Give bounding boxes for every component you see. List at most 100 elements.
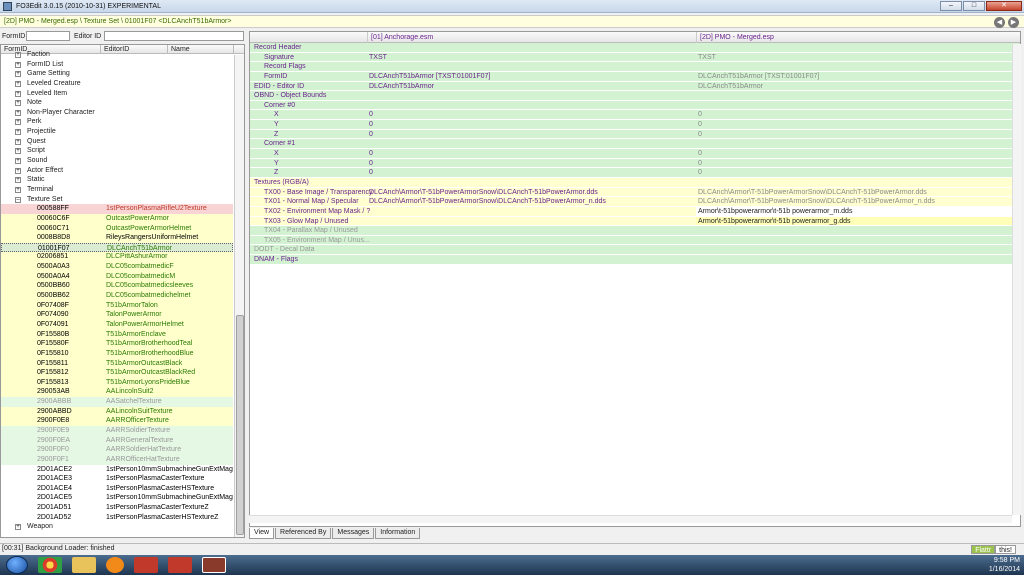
tree-group-row[interactable]: + Script	[1, 146, 233, 156]
record-field-row[interactable]: OBND - Object Bounds	[250, 91, 1020, 101]
tree-record-row[interactable]: 0F074090 TalonPowerArmor	[1, 310, 233, 320]
expand-toggle-icon[interactable]: +	[15, 158, 21, 165]
value-anchorage[interactable]	[367, 217, 695, 226]
tree-record-row[interactable]: 2900F0E9 AARRSoldierTexture	[1, 425, 233, 436]
tree-group-row[interactable]: + FormID List	[1, 60, 233, 70]
tree-record-row[interactable]: 2D01ACE3 1stPersonPlasmaCasterTexture	[1, 474, 233, 484]
tree-record-row[interactable]: 0008B8D8 RileysRangersUniformHelmet	[1, 233, 233, 243]
value-pmo-merged[interactable]: DLCAnch\Armor\T-51bPowerArmorSnow\DLCAnc…	[696, 188, 1020, 197]
tree-record-row[interactable]: 290053AB AALincolnSuit2	[1, 387, 233, 398]
tree-group-row[interactable]: + Leveled Creature	[1, 79, 233, 89]
expand-toggle-icon[interactable]: +	[15, 167, 21, 174]
expand-toggle-icon[interactable]: +	[15, 148, 21, 155]
header-anchorage[interactable]: [01] Anchorage.esm	[367, 32, 695, 43]
explorer-icon[interactable]	[72, 557, 96, 573]
value-pmo-merged[interactable]: Armor\t-51bpowerarmor\t-51b powerarmor_m…	[696, 206, 1020, 216]
close-button[interactable]: ✕	[986, 1, 1022, 11]
value-pmo-merged[interactable]: Armor\t-51bpowerarmor\t-51b powerarmor_g…	[696, 216, 1020, 226]
record-field-row[interactable]: TX04 - Parallax Map / Unused	[250, 226, 1020, 236]
value-anchorage[interactable]	[367, 255, 695, 264]
tree-group-row[interactable]: + Note	[1, 98, 233, 108]
value-anchorage[interactable]: 0	[367, 110, 695, 119]
value-anchorage[interactable]	[367, 101, 695, 110]
value-anchorage[interactable]: DLCAnchT51bArmor [TXST:01001F07]	[367, 72, 695, 81]
tab-information[interactable]: Information	[375, 528, 421, 539]
record-field-row[interactable]: Y 00	[250, 158, 1020, 169]
maximize-button[interactable]: □	[963, 1, 985, 11]
value-pmo-merged[interactable]	[696, 226, 1020, 235]
tree-group-row[interactable]: + Perk	[1, 117, 233, 127]
record-tree[interactable]: + Faction + FormID List + Game Setting + Levele…	[1, 50, 233, 532]
tree-record-row[interactable]: 01001F07 DLCAnchT51bArmor	[1, 242, 233, 253]
value-pmo-merged[interactable]: DLCAnchT51bArmor	[696, 82, 1020, 91]
value-anchorage[interactable]	[367, 226, 695, 235]
toolbox-icon[interactable]	[168, 557, 192, 573]
tree-record-row[interactable]: 02006851 DLCPittAshurArmor	[1, 252, 233, 263]
tab-messages[interactable]: Messages	[332, 528, 375, 539]
tree-group-row[interactable]: + Quest	[1, 137, 233, 147]
value-pmo-merged[interactable]	[696, 43, 1020, 52]
value-anchorage[interactable]: 0	[367, 168, 695, 177]
expand-toggle-icon[interactable]: +	[15, 119, 21, 126]
value-anchorage[interactable]: DLCAnchT51bArmor	[367, 82, 695, 91]
flattr-button[interactable]: Flattr this!	[971, 545, 1016, 554]
record-field-row[interactable]: TX05 - Environment Map / Unus...	[250, 235, 1020, 246]
record-field-row[interactable]: TX03 - Glow Map / Unused Armor\t-51bpower…	[250, 216, 1020, 227]
record-field-row[interactable]: Corner #0	[250, 100, 1020, 111]
tree-record-row[interactable]: 00060C6F OutcastPowerArmor	[1, 213, 233, 224]
tree-record-row[interactable]: 000588FF 1stPersonPlasmaRifleU2Texture	[1, 204, 233, 214]
start-button[interactable]	[6, 556, 28, 574]
value-anchorage[interactable]	[367, 91, 695, 100]
tree-record-row[interactable]: 2D01ACE4 1stPersonPlasmaCasterHSTexture	[1, 484, 233, 494]
expand-toggle-icon[interactable]: +	[15, 186, 21, 193]
expand-toggle-icon[interactable]: +	[15, 109, 21, 116]
header-pmo-merged[interactable]: [2D] PMO - Merged.esp	[696, 32, 1020, 43]
tree-record-row[interactable]: 0500BB60 DLC05combatmedicsleeves	[1, 281, 233, 292]
expand-toggle-icon[interactable]: +	[15, 100, 21, 107]
record-field-row[interactable]: TX00 - Base Image / Transparency DLCAnch\…	[250, 187, 1020, 198]
expand-toggle-icon[interactable]: +	[15, 90, 21, 97]
forward-arrow-icon[interactable]: ▶	[1008, 17, 1019, 28]
expand-toggle-icon[interactable]: –	[15, 196, 21, 203]
value-pmo-merged[interactable]: 0	[696, 168, 1020, 177]
toolbox-icon[interactable]	[134, 557, 158, 573]
value-anchorage[interactable]	[367, 43, 695, 52]
record-field-row[interactable]: Record Header	[250, 43, 1020, 53]
fo3edit-icon[interactable]	[202, 557, 226, 573]
record-view-vscrollbar[interactable]	[1012, 44, 1021, 515]
tree-record-row[interactable]: 2900ABBB AASatchelTexture	[1, 397, 233, 407]
record-field-row[interactable]: DODT - Decal Data	[250, 245, 1020, 256]
value-pmo-merged[interactable]: DLCAnchT51bArmor [TXST:01001F07]	[696, 72, 1020, 81]
tree-record-row[interactable]: 2900F0F0 AARRSoldierHatTexture	[1, 445, 233, 455]
value-anchorage[interactable]	[367, 236, 695, 245]
tree-record-row[interactable]: 0F155812 T51bArmorOutcastBlackRed	[1, 368, 233, 378]
value-anchorage[interactable]	[367, 62, 695, 71]
expand-toggle-icon[interactable]: +	[15, 129, 21, 136]
tree-record-row[interactable]: 2D01ACE5 1stPerson10mmSubmachineGunExtMag…	[1, 493, 233, 503]
record-field-row[interactable]: DNAM - Flags	[250, 255, 1020, 265]
tree-group-row[interactable]: + Sound	[1, 156, 233, 166]
value-anchorage[interactable]	[367, 139, 695, 148]
tree-group-row[interactable]: + Leveled Item	[1, 89, 233, 99]
tree-group-row[interactable]: + Projectile	[1, 127, 233, 137]
record-field-row[interactable]: Corner #1	[250, 139, 1020, 150]
tree-record-row[interactable]: 2D01ACE2 1stPerson10mmSubmachineGunExtMag…	[1, 465, 233, 475]
tree-group-row[interactable]: + Faction	[1, 50, 233, 60]
value-pmo-merged[interactable]	[696, 101, 1020, 110]
record-view-hscrollbar[interactable]	[249, 515, 1012, 523]
value-anchorage[interactable]: TXST	[367, 53, 695, 62]
back-arrow-icon[interactable]: ◀	[994, 17, 1005, 28]
tree-record-row[interactable]: 2900F0F1 AARROfficerHatTexture	[1, 454, 233, 465]
value-pmo-merged[interactable]: 0	[696, 120, 1020, 129]
expand-toggle-icon[interactable]: +	[15, 177, 21, 184]
tree-group-row[interactable]: + Non-Player Character	[1, 108, 233, 118]
tree-scrollbar-thumb[interactable]	[236, 315, 244, 535]
tab-view[interactable]: View	[249, 528, 275, 539]
record-field-row[interactable]: TX01 - Normal Map / Specular DLCAnch\Armo…	[250, 197, 1020, 207]
value-pmo-merged[interactable]: 0	[696, 110, 1020, 119]
tree-group-row[interactable]: + Actor Effect	[1, 166, 233, 176]
tree-group-row[interactable]: + Terminal	[1, 185, 233, 195]
value-pmo-merged[interactable]	[696, 91, 1020, 100]
expand-toggle-icon[interactable]: +	[15, 80, 21, 87]
value-pmo-merged[interactable]	[696, 236, 1020, 245]
